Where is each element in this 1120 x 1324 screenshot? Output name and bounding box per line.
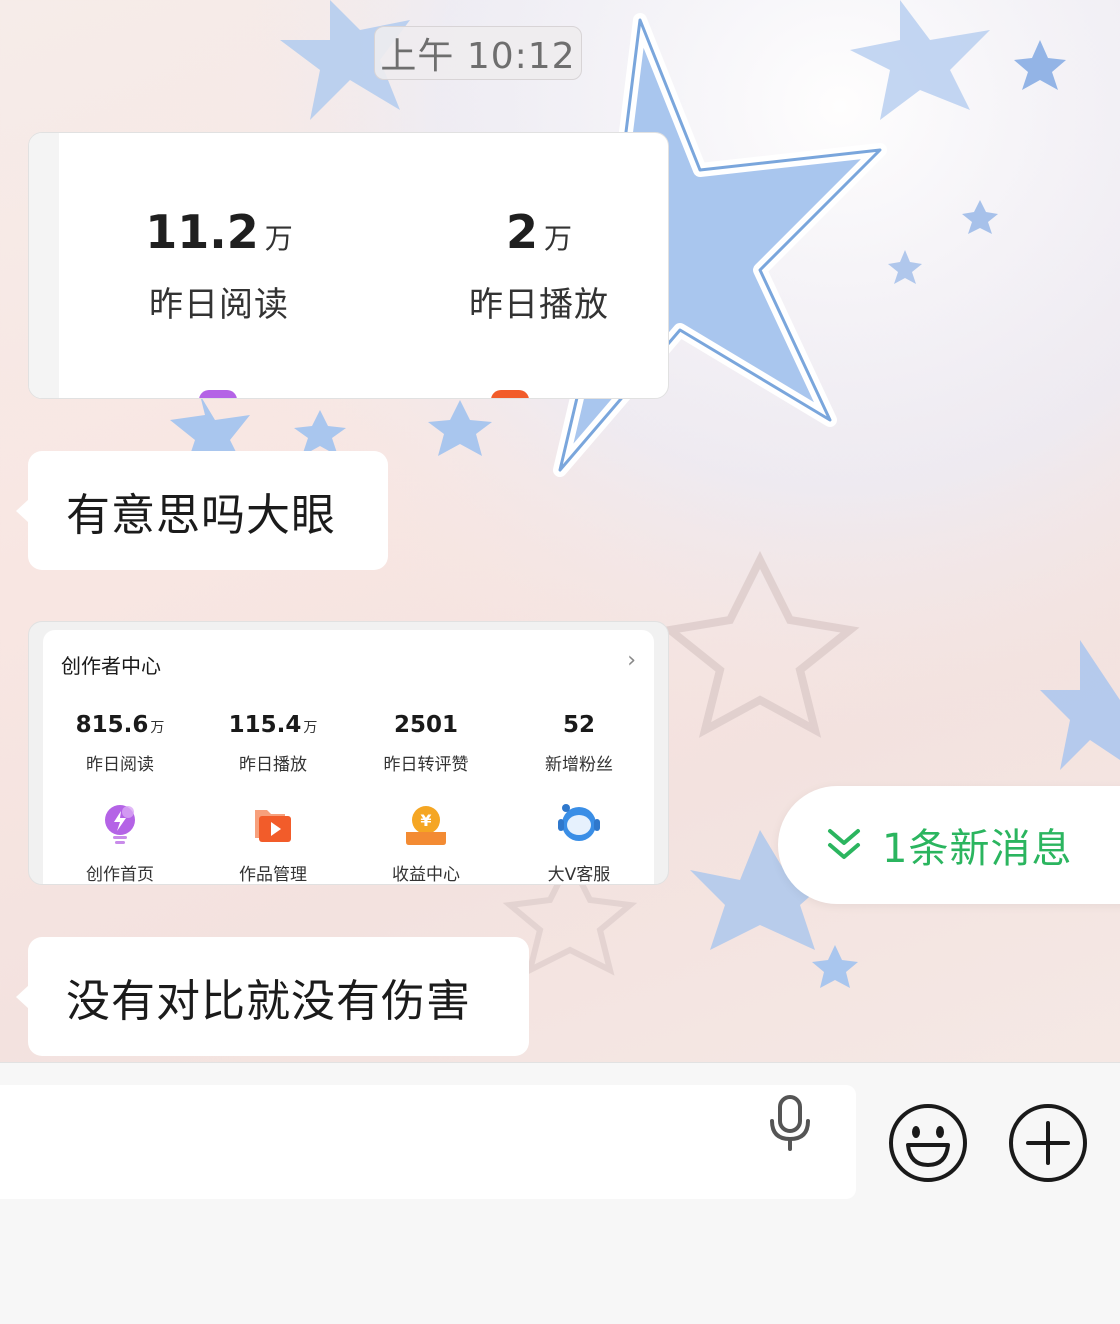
lightbulb-icon: [105, 805, 135, 844]
metric-unit: 万: [303, 720, 318, 736]
svg-text:¥: ¥: [420, 811, 431, 830]
stat-label: 昨日播放: [469, 285, 609, 325]
metric-label: 昨日阅读: [86, 755, 154, 775]
metric-unit: 万: [150, 720, 165, 736]
new-message-label: 1条新消息: [882, 826, 1073, 872]
metric-label: 昨日转评赞: [383, 755, 469, 775]
cropped-icon-purple: [199, 390, 237, 398]
tool-creator-home: 创作首页: [55, 802, 185, 885]
tool-vip-support: 大V客服: [514, 802, 644, 885]
metric-yesterday-reads: 815.6 万 昨日阅读: [55, 712, 185, 775]
message-timestamp: 上午 10:12: [374, 26, 582, 80]
metric-new-followers: 52 新增粉丝: [514, 712, 644, 775]
metric-label: 新增粉丝: [545, 755, 613, 775]
plus-icon[interactable]: [1008, 1103, 1088, 1183]
stat-label: 昨日阅读: [149, 285, 289, 325]
cropped-icon-orange: [491, 390, 529, 398]
metric-value: 2501: [393, 712, 458, 738]
tool-label: 大V客服: [547, 865, 611, 885]
stat-unit: 万: [264, 222, 293, 255]
metric-value: 52: [562, 712, 595, 738]
text-message-bubble[interactable]: 有意思吗大眼: [16, 451, 388, 570]
metric-value: 115.4: [228, 712, 302, 738]
card-title: 创作者中心: [61, 654, 161, 678]
text-message-bubble[interactable]: 没有对比就没有伤害: [16, 937, 529, 1056]
stat-unit: 万: [544, 222, 573, 255]
robot-headset-icon: [558, 804, 600, 841]
stat-yesterday-reads: 11.2 万 昨日阅读: [129, 205, 309, 326]
emoji-icon[interactable]: [888, 1103, 968, 1183]
chat-input-bar: [0, 1062, 1120, 1324]
tool-label: 收益中心: [392, 865, 460, 885]
double-chevron-down-icon: [828, 829, 860, 859]
metric-yesterday-plays: 115.4 万 昨日播放: [208, 712, 338, 775]
video-folder-icon: [255, 810, 291, 842]
tool-label: 作品管理: [239, 865, 307, 885]
metric-yesterday-engagement: 2501 昨日转评赞: [361, 712, 491, 775]
creator-center-image-message[interactable]: 创作者中心 › 815.6 万 昨日阅读 115.4 万 昨日播放 2501 昨日转…: [28, 621, 669, 885]
stats-image-message[interactable]: 11.2 万 昨日阅读 2万 昨日播放: [28, 132, 669, 399]
message-input-field[interactable]: [0, 1085, 856, 1199]
stat-yesterday-plays: 2万 昨日播放: [449, 205, 629, 326]
chevron-right-icon: ›: [627, 648, 636, 673]
tool-label: 创作首页: [86, 865, 154, 885]
microphone-icon[interactable]: [764, 1091, 816, 1155]
creator-center-card: 创作者中心 › 815.6 万 昨日阅读 115.4 万 昨日播放 2501 昨日转…: [43, 630, 654, 884]
stat-value: 2: [505, 205, 538, 259]
new-message-banner[interactable]: 1条新消息: [778, 786, 1120, 904]
metric-value: 815.6: [75, 712, 149, 738]
yuan-coin-icon: ¥: [406, 806, 446, 845]
stat-value: 11.2: [145, 205, 259, 259]
tool-earnings-center: ¥ 收益中心: [361, 802, 491, 885]
metric-label: 昨日播放: [239, 755, 307, 775]
image-edge-strip: [29, 133, 59, 398]
tool-works-management: 作品管理: [208, 802, 338, 885]
